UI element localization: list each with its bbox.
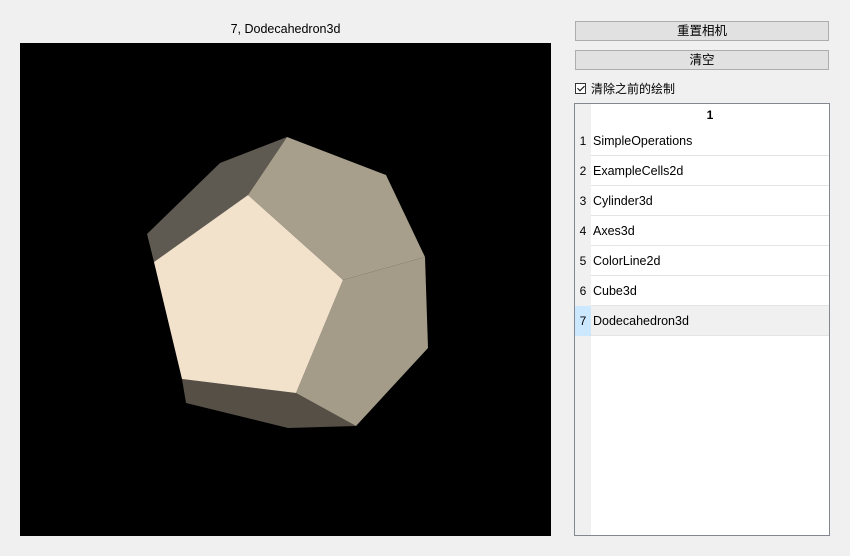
row-cell[interactable]: ExampleCells2d [591, 156, 829, 186]
table-row[interactable]: 4 Axes3d [575, 216, 829, 246]
clear-button[interactable]: 清空 [575, 50, 829, 70]
viewport-title: 7, Dodecahedron3d [230, 22, 341, 36]
table-row[interactable]: 6 Cube3d [575, 276, 829, 306]
dodecahedron-render [20, 43, 551, 536]
reset-camera-button[interactable]: 重置相机 [575, 21, 829, 41]
row-number[interactable]: 6 [575, 276, 591, 306]
column-header[interactable]: 1 [591, 104, 829, 126]
row-number[interactable]: 2 [575, 156, 591, 186]
row-cell[interactable]: Dodecahedron3d [591, 306, 829, 336]
clear-previous-checkbox[interactable] [575, 82, 586, 94]
table-row-selected[interactable]: 7 Dodecahedron3d [575, 306, 829, 336]
row-number[interactable]: 1 [575, 126, 591, 156]
example-list-table[interactable]: 1 1 SimpleOperations 2 ExampleCells2d 3 … [574, 103, 830, 536]
table-row[interactable]: 1 SimpleOperations [575, 126, 829, 156]
table-row[interactable]: 5 ColorLine2d [575, 246, 829, 276]
table-row[interactable]: 2 ExampleCells2d [575, 156, 829, 186]
row-cell[interactable]: ColorLine2d [591, 246, 829, 276]
row-number[interactable]: 5 [575, 246, 591, 276]
row-cell[interactable]: Axes3d [591, 216, 829, 246]
row-cell[interactable]: Cylinder3d [591, 186, 829, 216]
row-number[interactable]: 3 [575, 186, 591, 216]
row-cell[interactable]: Cube3d [591, 276, 829, 306]
row-number[interactable]: 4 [575, 216, 591, 246]
row-cell[interactable]: SimpleOperations [591, 126, 829, 156]
table-row[interactable]: 3 Cylinder3d [575, 186, 829, 216]
clear-previous-label: 清除之前的绘制 [591, 81, 676, 96]
clear-previous-checkbox-row[interactable]: 清除之前的绘制 [575, 80, 675, 96]
render-viewport[interactable] [20, 43, 551, 536]
row-number[interactable]: 7 [575, 306, 591, 336]
